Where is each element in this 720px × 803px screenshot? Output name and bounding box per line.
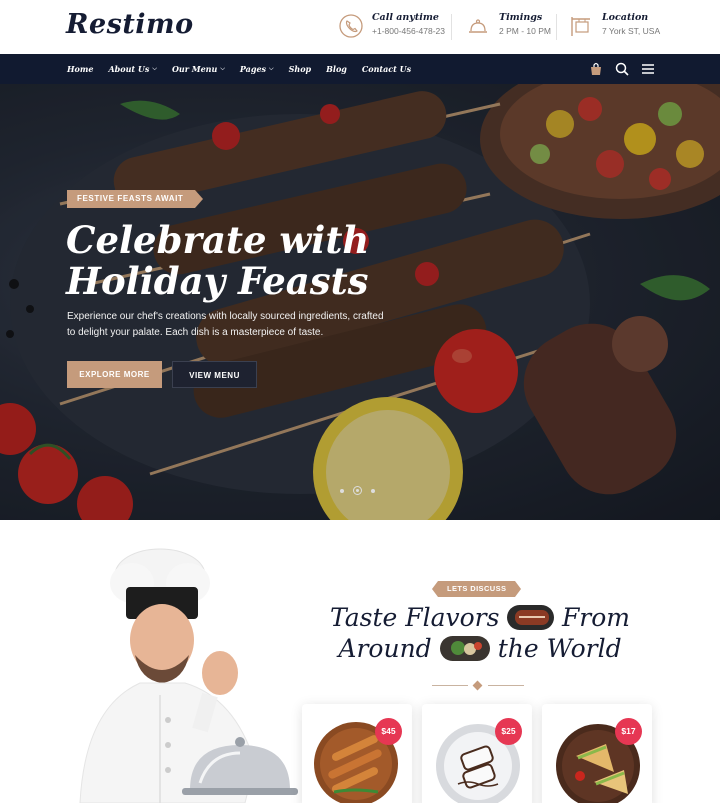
price-badge: $25	[495, 718, 522, 745]
nav-item-label: Our Menu	[171, 64, 218, 74]
cart-icon[interactable]	[588, 61, 604, 77]
hero-title-line: Holiday Feasts	[66, 259, 369, 303]
nav-item-home[interactable]: Home	[67, 64, 93, 74]
slider-dot[interactable]	[371, 488, 375, 493]
sandwich-plate-image	[556, 724, 640, 803]
section-title: Taste Flavors From Around the World	[330, 602, 630, 664]
menu-icon[interactable]	[640, 61, 656, 77]
search-icon[interactable]	[614, 61, 630, 77]
slider-dot-active[interactable]	[353, 486, 362, 495]
grilled-skewers-plate-image	[314, 722, 398, 803]
signboard-icon	[571, 17, 590, 36]
brand-logo[interactable]: Restimo	[66, 9, 194, 40]
contact-location-title: Location	[602, 12, 649, 23]
section-title-text: Taste Flavors	[330, 603, 500, 632]
steak-thumbnail	[507, 605, 554, 630]
section-title-text: Around	[338, 634, 432, 663]
hero-description: Experience our chef's creations with loc…	[67, 311, 384, 338]
menu-card[interactable]: $45	[302, 704, 412, 803]
divider-line	[488, 685, 524, 686]
nav-item-label: Blog	[326, 64, 347, 74]
view-menu-button[interactable]: VIEW MENU	[172, 361, 257, 388]
cloche-icon	[469, 19, 487, 33]
divider	[556, 14, 557, 40]
nav-item-menu[interactable]: Our Menu ⌵	[172, 64, 225, 74]
chevron-down-icon: ⌵	[220, 65, 225, 72]
nav-item-contact[interactable]: Contact Us	[362, 64, 411, 74]
divider	[451, 14, 452, 40]
chevron-down-icon: ⌵	[152, 65, 157, 72]
nav-item-blog[interactable]: Blog	[326, 64, 347, 74]
slider-pagination	[340, 486, 375, 495]
contact-call-title: Call anytime	[372, 12, 439, 23]
hero-title-line: Celebrate with	[66, 218, 370, 262]
contact-location: Location 7 York ST, USA	[568, 11, 660, 43]
contact-timings: Timings 2 PM - 10 PM	[465, 11, 551, 43]
nav-item-label: About Us	[108, 64, 150, 74]
nav-item-label: Pages	[239, 64, 267, 74]
hero-slider: FESTIVE FEASTS AWAIT Celebrate with Holi…	[0, 84, 720, 520]
contact-call-value: +1-800-456-478-23	[372, 26, 446, 36]
hero-badge: FESTIVE FEASTS AWAIT	[67, 190, 204, 208]
nav-item-label: Shop	[288, 64, 312, 74]
menu-card[interactable]: $25	[422, 704, 532, 803]
contact-location-value: 7 York ST, USA	[602, 26, 661, 36]
nav-item-pages[interactable]: Pages ⌵	[240, 64, 274, 74]
divider-line	[432, 685, 468, 686]
salad-thumbnail	[439, 636, 490, 661]
section-title-text: the World	[497, 634, 622, 663]
diamond-icon	[472, 680, 483, 691]
top-bar: Restimo Call anytime +1-800-456-478-23 T…	[0, 0, 720, 54]
contact-timings-title: Timings	[499, 12, 543, 23]
nav-item-about[interactable]: About Us ⌵	[108, 64, 156, 74]
chevron-down-icon: ⌵	[269, 65, 274, 72]
ornament-divider	[432, 680, 524, 691]
nav-item-label: Contact Us	[361, 64, 412, 74]
slider-dot[interactable]	[340, 488, 344, 493]
explore-more-button[interactable]: EXPLORE MORE	[67, 361, 162, 388]
nav-item-shop[interactable]: Shop	[289, 64, 312, 74]
price-badge: $17	[615, 718, 642, 745]
hero-title: Celebrate with Holiday Feasts	[66, 220, 426, 302]
contact-call[interactable]: Call anytime +1-800-456-478-23	[338, 11, 445, 43]
section-tag: LETS DISCUSS	[431, 581, 522, 597]
phone-icon	[339, 14, 363, 38]
main-nav: Home About Us ⌵ Our Menu ⌵ Pages ⌵ Shop Blo…	[0, 54, 720, 84]
chef-image	[79, 548, 298, 803]
contact-timings-value: 2 PM - 10 PM	[499, 26, 551, 36]
section-title-text: From	[561, 603, 630, 632]
dessert-plate-image	[436, 724, 520, 803]
nav-item-label: Home	[67, 64, 94, 74]
price-badge: $45	[375, 718, 402, 745]
menu-card[interactable]: $17	[542, 704, 652, 803]
